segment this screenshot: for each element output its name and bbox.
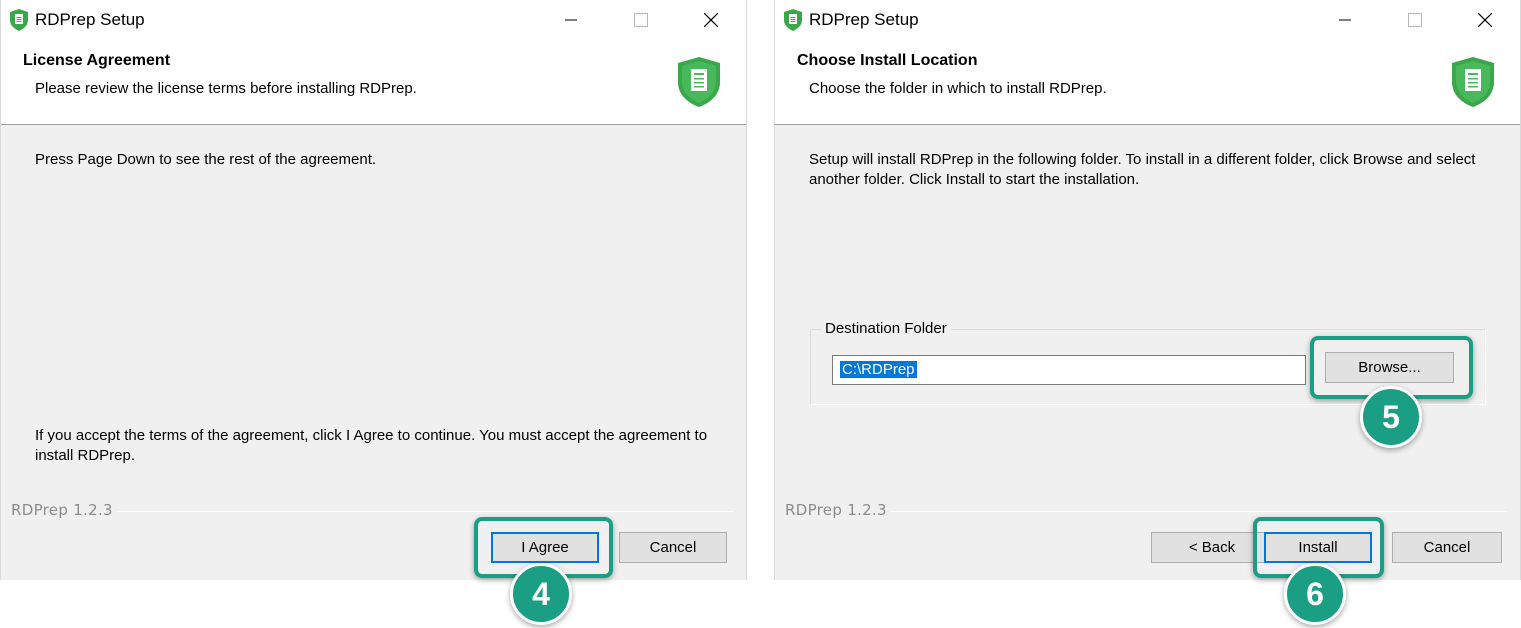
window-title: RDPrep Setup <box>35 10 145 29</box>
wizard-header: License Agreement Please review the lice… <box>1 40 746 125</box>
page-title: License Agreement <box>23 52 171 69</box>
install-instructions: Setup will install RDPrep in the followi… <box>809 151 1476 188</box>
destination-folder-input[interactable]: C:\RDPrep <box>832 355 1306 385</box>
window-title: RDPrep Setup <box>809 10 919 29</box>
title-bar[interactable]: RDPrep Setup <box>775 0 1520 40</box>
folder-path-value: C:\RDPrep <box>840 361 917 378</box>
wizard-header: Choose Install Location Choose the folde… <box>775 40 1520 125</box>
page-subtitle: Please review the license terms before i… <box>35 80 417 97</box>
step-6-badge: 6 <box>1284 563 1346 625</box>
maximize-button[interactable] <box>618 4 664 36</box>
accept-terms-text: If you accept the terms of the agreement… <box>35 427 708 464</box>
installer-version-label: RDPrep 1.2.3 <box>11 501 113 519</box>
minimize-button[interactable] <box>1322 4 1368 36</box>
step-4-badge: 4 <box>510 563 572 625</box>
destination-folder-label: Destination Folder <box>821 320 951 337</box>
close-button[interactable] <box>688 4 734 36</box>
minimize-button[interactable] <box>548 4 594 36</box>
step-5-badge: 5 <box>1360 386 1422 448</box>
page-subtitle: Choose the folder in which to install RD… <box>809 80 1107 97</box>
tax-shield-logo-icon <box>1452 57 1494 107</box>
maximize-icon <box>634 13 648 27</box>
tax-shield-logo-icon <box>678 57 720 107</box>
minimize-icon <box>565 19 577 21</box>
cancel-button[interactable]: Cancel <box>1392 532 1502 563</box>
cancel-button[interactable]: Cancel <box>619 532 727 563</box>
app-shield-icon <box>10 9 28 31</box>
installer-version-label: RDPrep 1.2.3 <box>785 501 887 519</box>
page-title: Choose Install Location <box>797 52 978 69</box>
app-shield-icon <box>784 9 802 31</box>
install-location-window: RDPrep Setup Choose Install Location Cho… <box>774 0 1521 580</box>
separator-line <box>117 511 733 512</box>
license-agreement-window: RDPrep Setup License Agreement Please re… <box>0 0 747 580</box>
maximize-icon <box>1408 13 1422 27</box>
page-down-hint: Press Page Down to see the rest of the a… <box>35 151 377 168</box>
close-icon <box>704 13 718 27</box>
brand-separator: RDPrep 1.2.3 <box>785 500 1507 520</box>
title-bar[interactable]: RDPrep Setup <box>1 0 746 40</box>
brand-separator: RDPrep 1.2.3 <box>11 500 733 520</box>
close-button[interactable] <box>1462 4 1508 36</box>
minimize-icon <box>1339 19 1351 21</box>
close-icon <box>1478 13 1492 27</box>
separator-line <box>891 511 1507 512</box>
maximize-button[interactable] <box>1392 4 1438 36</box>
